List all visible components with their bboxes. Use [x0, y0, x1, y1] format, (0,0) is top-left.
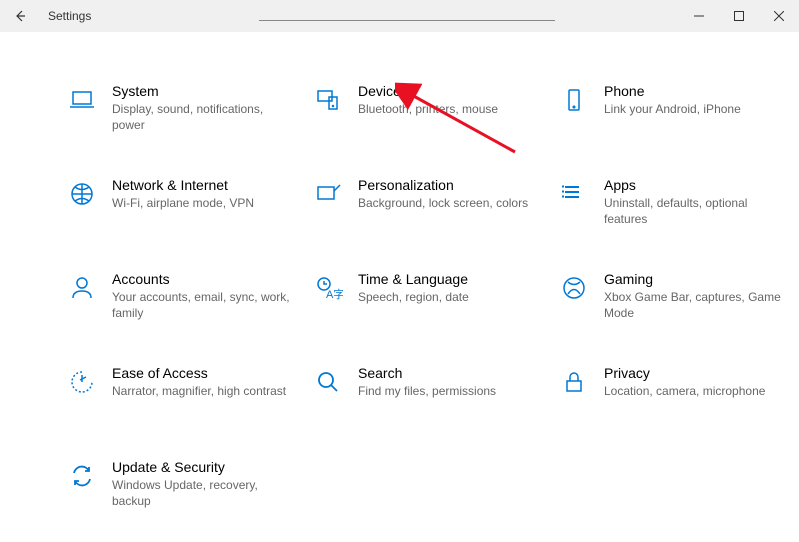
titlebar: Settings [0, 0, 799, 32]
laptop-icon [66, 84, 98, 116]
tile-title: Phone [604, 82, 786, 100]
xbox-icon [558, 272, 590, 304]
person-icon [66, 272, 98, 304]
globe-icon [66, 178, 98, 210]
apps-icon [558, 178, 590, 210]
devices-icon [312, 84, 344, 116]
tile-desc: Windows Update, recovery, backup [112, 478, 294, 509]
phone-icon [558, 84, 590, 116]
maximize-button[interactable] [719, 0, 759, 32]
tile-personalization[interactable]: Personalization Background, lock screen,… [306, 166, 546, 260]
lock-icon [558, 366, 590, 398]
tile-title: Devices [358, 82, 540, 100]
tile-title: Network & Internet [112, 176, 294, 194]
tile-desc: Display, sound, notifications, power [112, 102, 294, 133]
tile-desc: Uninstall, defaults, optional features [604, 196, 786, 227]
window-controls [679, 0, 799, 32]
tile-devices[interactable]: Devices Bluetooth, printers, mouse [306, 72, 546, 166]
tile-title: Gaming [604, 270, 786, 288]
tile-desc: Location, camera, microphone [604, 384, 786, 400]
tile-title: Ease of Access [112, 364, 294, 382]
tile-privacy[interactable]: Privacy Location, camera, microphone [552, 354, 792, 448]
tile-desc: Wi-Fi, airplane mode, VPN [112, 196, 294, 212]
tile-title: Time & Language [358, 270, 540, 288]
tile-desc: Xbox Game Bar, captures, Game Mode [604, 290, 786, 321]
maximize-icon [734, 11, 744, 21]
tile-title: Search [358, 364, 540, 382]
back-button[interactable] [0, 0, 40, 32]
paintbrush-icon [312, 178, 344, 210]
tile-title: Accounts [112, 270, 294, 288]
minimize-button[interactable] [679, 0, 719, 32]
tile-update-security[interactable]: Update & Security Windows Update, recove… [60, 448, 300, 542]
minimize-icon [694, 11, 704, 21]
tile-ease-of-access[interactable]: Ease of Access Narrator, magnifier, high… [60, 354, 300, 448]
tile-network[interactable]: Network & Internet Wi-Fi, airplane mode,… [60, 166, 300, 260]
tile-gaming[interactable]: Gaming Xbox Game Bar, captures, Game Mod… [552, 260, 792, 354]
tile-search[interactable]: Search Find my files, permissions [306, 354, 546, 448]
settings-grid: System Display, sound, notifications, po… [60, 72, 759, 542]
tile-phone[interactable]: Phone Link your Android, iPhone [552, 72, 792, 166]
tile-desc: Narrator, magnifier, high contrast [112, 384, 294, 400]
tile-desc: Bluetooth, printers, mouse [358, 102, 540, 118]
search-icon [312, 366, 344, 398]
svg-text:A字: A字 [326, 287, 343, 301]
time-language-icon: A字 [312, 272, 344, 304]
tile-system[interactable]: System Display, sound, notifications, po… [60, 72, 300, 166]
tile-title: System [112, 82, 294, 100]
tile-desc: Background, lock screen, colors [358, 196, 540, 212]
tile-accounts[interactable]: Accounts Your accounts, email, sync, wor… [60, 260, 300, 354]
window-title: Settings [48, 9, 91, 23]
close-icon [774, 11, 784, 21]
tile-desc: Find my files, permissions [358, 384, 540, 400]
tile-time-language[interactable]: A字 Time & Language Speech, region, date [306, 260, 546, 354]
sync-icon [66, 460, 98, 492]
tile-title: Personalization [358, 176, 540, 194]
tile-title: Apps [604, 176, 786, 194]
tile-title: Privacy [604, 364, 786, 382]
arrow-left-icon [12, 8, 28, 24]
tile-desc: Link your Android, iPhone [604, 102, 786, 118]
accessibility-icon [66, 366, 98, 398]
tile-desc: Speech, region, date [358, 290, 540, 306]
tile-apps[interactable]: Apps Uninstall, defaults, optional featu… [552, 166, 792, 260]
tile-title: Update & Security [112, 458, 294, 476]
search-input[interactable] [259, 20, 555, 21]
close-button[interactable] [759, 0, 799, 32]
tile-desc: Your accounts, email, sync, work, family [112, 290, 294, 321]
